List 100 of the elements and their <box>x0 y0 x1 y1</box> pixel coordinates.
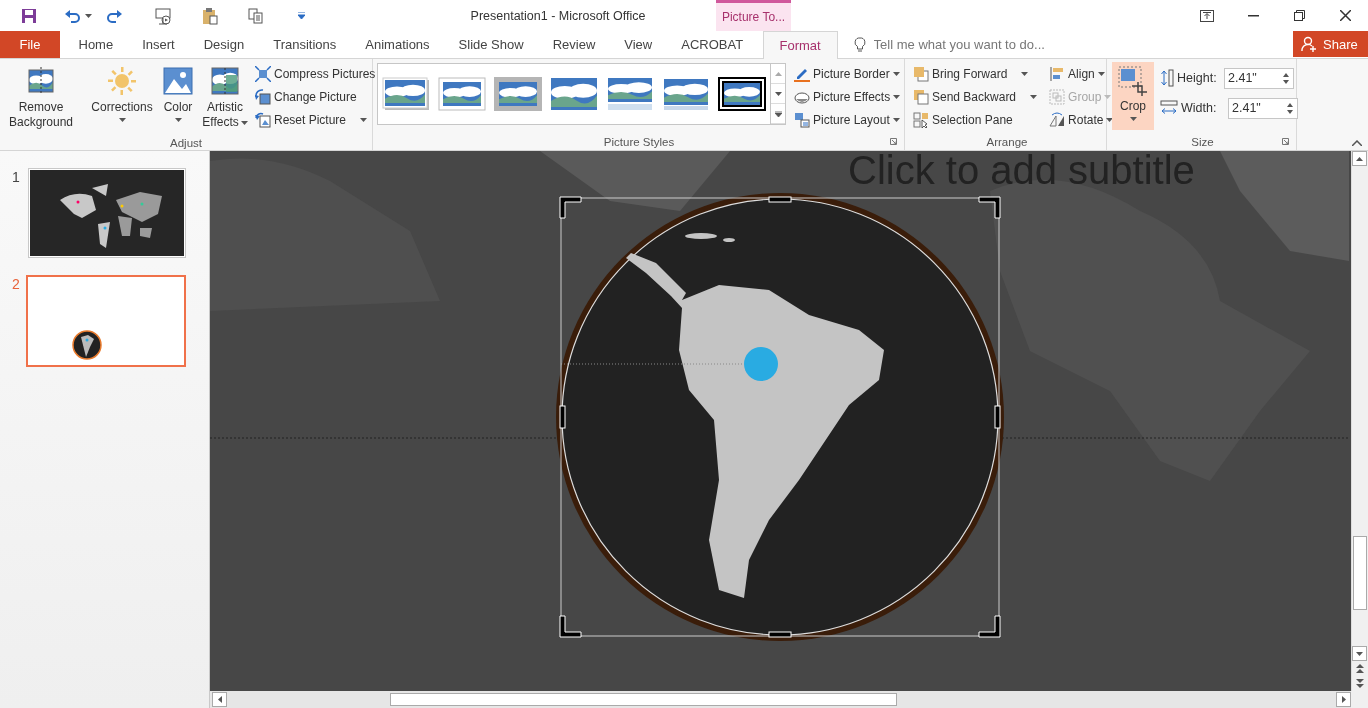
caret-icon <box>1030 94 1038 99</box>
spin-arrows-icon <box>1283 72 1289 84</box>
more-icon <box>774 110 782 117</box>
ribbon-tab[interactable]: Transitions <box>258 31 351 58</box>
crop-icon <box>1118 66 1148 96</box>
slide-number: 1 <box>11 168 21 185</box>
down-arrow-icon <box>774 91 782 96</box>
width-field[interactable]: 2.41" <box>1228 97 1298 119</box>
group-objects-icon <box>1049 88 1066 105</box>
save-icon <box>21 7 37 24</box>
ribbon-tab[interactable]: Insert <box>127 31 190 58</box>
ribbon-button[interactable]: Selection Pane <box>911 108 1040 131</box>
slide-thumbnail[interactable] <box>26 275 186 367</box>
picture-layout-icon <box>794 111 810 128</box>
ribbon-tab[interactable]: Design <box>189 31 259 58</box>
field-label: Width: <box>1181 101 1218 115</box>
ribbon-button[interactable]: Corrections <box>87 61 157 124</box>
slide-thumbnail[interactable] <box>28 168 186 258</box>
caret-icon <box>1104 94 1112 99</box>
artistic-effects-icon <box>209 65 241 97</box>
scrollbar-thumb[interactable] <box>390 693 897 706</box>
align-icon <box>1049 65 1066 82</box>
clipboard-icon <box>202 6 218 25</box>
dialog-launcher-icon <box>890 138 897 145</box>
minimize-icon <box>1247 14 1259 17</box>
ribbon-button[interactable]: Picture Layout <box>792 108 903 131</box>
caret-icon <box>893 94 901 99</box>
redo-icon <box>106 8 122 23</box>
ribbon-tab[interactable]: View <box>609 31 667 58</box>
remove-background-button[interactable]: Remove Background <box>3 61 79 132</box>
caret-icon <box>85 13 92 18</box>
ribbon-button[interactable]: Picture Effects <box>792 85 903 108</box>
collapse-icon <box>1352 140 1362 146</box>
ribbon-button[interactable]: Color <box>159 61 197 124</box>
caret-icon <box>298 12 305 19</box>
file-tab[interactable]: File <box>0 31 60 58</box>
height-field[interactable]: 2.41" <box>1224 67 1294 89</box>
share-button[interactable]: Share <box>1293 31 1368 57</box>
ribbon-button[interactable]: Bring Forward <box>911 62 1040 85</box>
group-label: Picture Styles <box>377 133 901 150</box>
ribbon-button[interactable]: Reset Picture <box>253 108 378 131</box>
down-arrow-icon <box>1356 651 1363 656</box>
window-title: Presentation1 - Microsoft Office <box>469 7 647 25</box>
change-picture-icon <box>255 88 271 105</box>
ribbon-tab[interactable]: Home <box>64 31 128 58</box>
caret-icon <box>1097 71 1105 76</box>
double-down-arrow-icon <box>1355 679 1364 688</box>
up-arrow-icon <box>1356 156 1363 161</box>
scroll-right-button[interactable] <box>1336 692 1351 707</box>
double-up-arrow-icon <box>1355 664 1364 673</box>
bring-forward-icon <box>913 65 929 82</box>
right-arrow-icon <box>1341 696 1346 703</box>
ribbon-button[interactable]: Compress Pictures <box>253 62 378 85</box>
context-tab-label: Picture To... <box>716 0 791 31</box>
spin-arrows-icon <box>1287 102 1293 114</box>
undo-icon <box>65 8 81 23</box>
ribbon-display-icon <box>1200 9 1214 22</box>
tell-me-field[interactable]: Tell me what you want to do... <box>871 36 1136 53</box>
up-arrow-icon <box>774 71 782 76</box>
field-label: Height: <box>1177 71 1218 85</box>
ribbon-tab[interactable]: Slide Show <box>444 31 539 58</box>
scroll-down-button[interactable] <box>1352 646 1367 661</box>
caret-icon <box>1129 117 1137 121</box>
collapse-ribbon-button[interactable] <box>1352 140 1362 146</box>
sun-icon <box>106 65 138 97</box>
caret-icon <box>892 71 900 76</box>
ribbon-tab[interactable]: ACROBAT <box>666 31 758 58</box>
caret-icon <box>892 117 900 122</box>
ribbon-button[interactable]: Picture Border <box>792 62 903 85</box>
ribbon-button[interactable]: Send Backward <box>911 85 1040 108</box>
ribbon-tab[interactable]: Format <box>762 31 838 59</box>
width-icon <box>1160 100 1178 116</box>
ribbon-tab[interactable]: Animations <box>350 31 445 58</box>
ribbon-tab[interactable]: Review <box>538 31 610 58</box>
selection-pane-icon <box>913 111 929 128</box>
left-arrow-icon <box>217 696 222 703</box>
restore-icon <box>1293 10 1305 21</box>
ribbon-button[interactable]: Change Picture <box>253 85 378 108</box>
crop-button[interactable]: Crop <box>1112 62 1154 130</box>
group-label: Adjust <box>169 135 203 150</box>
picture-icon <box>162 65 194 97</box>
scrollbar-thumb[interactable] <box>1353 536 1367 610</box>
reset-picture-icon <box>255 111 271 128</box>
rotate-icon <box>1049 111 1066 128</box>
caret-icon <box>1021 71 1029 76</box>
scroll-up-button[interactable] <box>1352 151 1367 166</box>
height-icon <box>1160 69 1174 87</box>
person-add-icon <box>1301 36 1317 52</box>
lightbulb-icon <box>853 36 866 53</box>
send-backward-icon <box>913 88 929 105</box>
scroll-left-button[interactable] <box>212 692 227 707</box>
close-icon <box>1339 10 1351 21</box>
dialog-launcher-icon <box>1282 138 1289 145</box>
slide-number: 2 <box>11 275 21 292</box>
copy-icon <box>248 7 264 24</box>
group-label: Size <box>1112 133 1293 150</box>
screen-icon <box>154 6 172 25</box>
ribbon-button[interactable]: Artistic Effects <box>199 61 251 132</box>
compress-icon <box>255 65 271 82</box>
caret-icon <box>1106 117 1114 122</box>
